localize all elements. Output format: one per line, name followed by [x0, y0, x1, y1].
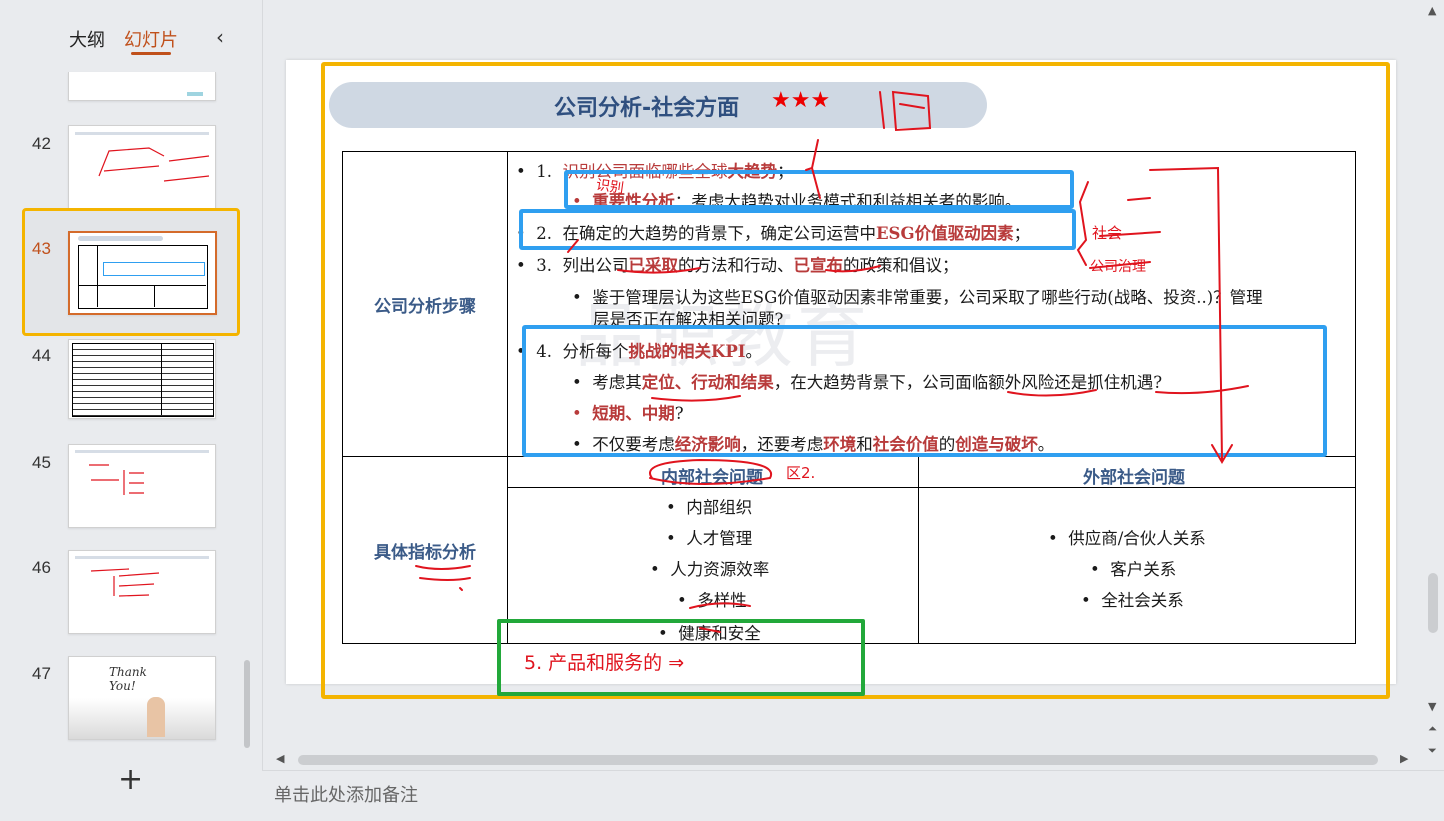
ink-note: 区2.	[786, 464, 816, 482]
next-slide-icon[interactable]: ⏷	[1428, 744, 1437, 758]
horizontal-scrollbar[interactable]	[298, 755, 1378, 765]
scroll-right-icon[interactable]: ▶	[1400, 752, 1408, 765]
previous-slide-icon[interactable]: ⏶	[1428, 722, 1437, 736]
notes-placeholder[interactable]: 单击此处添加备注	[274, 781, 418, 807]
ink-annotations	[415, 90, 1249, 633]
ink-note: 公司治理	[1090, 259, 1146, 275]
vertical-scrollbar[interactable]	[1428, 573, 1438, 633]
scroll-down-icon[interactable]: ▼	[1428, 700, 1436, 713]
scroll-left-icon[interactable]: ◀	[276, 752, 284, 765]
ink-note: 社会	[1092, 224, 1123, 242]
notes-pane[interactable]	[262, 770, 1444, 821]
ink-note: 5. 产品和服务的 ⇒	[524, 652, 685, 674]
ink-note: 识别	[594, 177, 625, 197]
scroll-up-icon[interactable]: ▲	[1428, 4, 1436, 17]
